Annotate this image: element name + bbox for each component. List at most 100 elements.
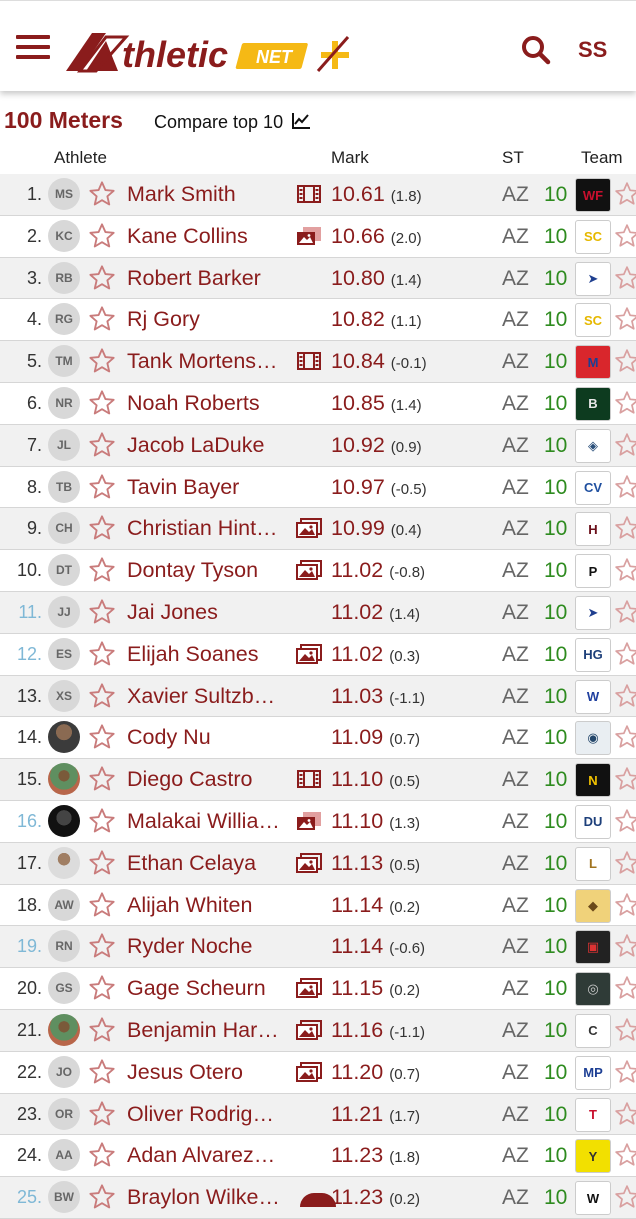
favorite-star-icon[interactable] bbox=[88, 807, 116, 835]
mark-link[interactable]: 11.02 (-0.8) bbox=[331, 558, 425, 583]
athlete-name-link[interactable]: Cody Nu bbox=[127, 725, 292, 750]
table-row[interactable]: 15. Diego Castro 11.10 (0.5) AZ 10 N bbox=[0, 759, 636, 801]
mark-link[interactable]: 10.85 (1.4) bbox=[331, 391, 422, 416]
athlete-name-link[interactable]: Diego Castro bbox=[127, 767, 292, 792]
athlete-photo-avatar[interactable] bbox=[48, 1013, 80, 1046]
mark-link[interactable]: 11.02 (0.3) bbox=[331, 642, 420, 667]
athlete-name-link[interactable]: Christian Hint… bbox=[127, 516, 292, 541]
table-row[interactable]: 11. JJ Jai Jones 11.02 (1.4) AZ 10 ➤ bbox=[0, 591, 636, 634]
photo-gallery-icon[interactable] bbox=[295, 1061, 323, 1083]
athlete-initials-avatar[interactable]: MS bbox=[48, 178, 80, 210]
athlete-name-link[interactable]: Ryder Noche bbox=[127, 934, 292, 959]
mark-link[interactable]: 10.84 (-0.1) bbox=[331, 349, 427, 374]
table-row[interactable]: 19. RN Ryder Noche 11.14 (-0.6) AZ 10 ▣ bbox=[0, 926, 636, 969]
mark-link[interactable]: 10.92 (0.9) bbox=[331, 433, 422, 458]
mark-link[interactable]: 11.16 (-1.1) bbox=[331, 1018, 425, 1043]
table-row[interactable]: 14. Cody Nu 11.09 (0.7) AZ 10 ◉ bbox=[0, 717, 636, 760]
team-logo-link[interactable]: HG bbox=[575, 637, 611, 672]
favorite-star-icon[interactable] bbox=[88, 347, 116, 375]
team-favorite-star-icon[interactable] bbox=[614, 683, 636, 709]
athletic-net-logo[interactable]: thletic NET bbox=[66, 29, 366, 77]
team-favorite-star-icon[interactable] bbox=[614, 1059, 636, 1085]
athlete-initials-avatar[interactable]: AA bbox=[48, 1139, 80, 1172]
favorite-star-icon[interactable] bbox=[88, 222, 116, 250]
table-row[interactable]: 10. DT Dontay Tyson 11.02 (-0.8) AZ 10 P bbox=[0, 550, 636, 592]
photo-gallery-icon[interactable] bbox=[295, 559, 323, 581]
athlete-initials-avatar[interactable]: RB bbox=[48, 261, 80, 294]
athlete-name-link[interactable]: Jesus Otero bbox=[127, 1060, 292, 1085]
athlete-name-link[interactable]: Robert Barker bbox=[127, 266, 292, 291]
team-logo-link[interactable]: DU bbox=[575, 804, 611, 839]
team-logo-link[interactable]: Y bbox=[575, 1139, 611, 1174]
mark-link[interactable]: 11.13 (0.5) bbox=[331, 851, 420, 876]
athlete-name-link[interactable]: Elijah Soanes bbox=[127, 642, 292, 667]
photo-gallery-icon[interactable] bbox=[295, 643, 323, 665]
team-logo-link[interactable]: H bbox=[575, 512, 611, 547]
team-favorite-star-icon[interactable] bbox=[614, 1142, 636, 1168]
team-logo-link[interactable]: B bbox=[575, 386, 611, 421]
athlete-initials-avatar[interactable]: RG bbox=[48, 303, 80, 336]
athlete-name-link[interactable]: Jacob LaDuke bbox=[127, 433, 292, 458]
athlete-initials-avatar[interactable]: RN bbox=[48, 930, 80, 963]
table-row[interactable]: 4. RG Rj Gory 10.82 (1.1) AZ 10 SC bbox=[0, 299, 636, 342]
photo-gallery-icon[interactable] bbox=[295, 1019, 323, 1041]
table-row[interactable]: 2. KC Kane Collins 10.66 (2.0) AZ 10 SC bbox=[0, 216, 636, 258]
favorite-star-icon[interactable] bbox=[88, 264, 116, 292]
team-favorite-star-icon[interactable] bbox=[614, 181, 636, 207]
favorite-star-icon[interactable] bbox=[88, 974, 116, 1002]
compare-top-10-link[interactable]: Compare top 10 bbox=[154, 112, 311, 133]
athlete-initials-avatar[interactable]: TB bbox=[48, 470, 80, 503]
athlete-initials-avatar[interactable]: AW bbox=[48, 888, 80, 921]
athlete-initials-avatar[interactable]: GS bbox=[48, 972, 80, 1005]
column-header-team[interactable]: Team bbox=[581, 148, 623, 170]
team-favorite-star-icon[interactable] bbox=[614, 348, 636, 374]
mark-link[interactable]: 11.14 (0.2) bbox=[331, 893, 420, 918]
team-logo-link[interactable]: ◈ bbox=[575, 428, 611, 463]
team-favorite-star-icon[interactable] bbox=[614, 975, 636, 1001]
athlete-name-link[interactable]: Tavin Bayer bbox=[127, 475, 292, 500]
team-favorite-star-icon[interactable] bbox=[614, 390, 636, 416]
table-row[interactable]: 3. RB Robert Barker 10.80 (1.4) AZ 10 ➤ bbox=[0, 257, 636, 300]
video-icon[interactable] bbox=[295, 183, 323, 205]
table-row[interactable]: 12. ES Elijah Soanes 11.02 (0.3) AZ 10 H… bbox=[0, 634, 636, 676]
mark-link[interactable]: 10.82 (1.1) bbox=[331, 307, 422, 332]
mark-link[interactable]: 10.97 (-0.5) bbox=[331, 475, 427, 500]
table-row[interactable]: 8. TB Tavin Bayer 10.97 (-0.5) AZ 10 CV bbox=[0, 467, 636, 509]
table-row[interactable]: 13. XS Xavier Sultzb… 11.03 (-1.1) AZ 10… bbox=[0, 675, 636, 718]
favorite-star-icon[interactable] bbox=[88, 682, 116, 710]
photo-gallery-icon[interactable] bbox=[295, 977, 323, 999]
team-favorite-star-icon[interactable] bbox=[614, 515, 636, 541]
athlete-name-link[interactable]: Gage Scheurn bbox=[127, 976, 292, 1001]
favorite-star-icon[interactable] bbox=[88, 1100, 116, 1128]
column-header-state[interactable]: ST bbox=[502, 148, 524, 170]
mark-link[interactable]: 10.80 (1.4) bbox=[331, 266, 422, 291]
athlete-name-link[interactable]: Adan Alvarez… bbox=[127, 1143, 292, 1168]
athlete-photo-avatar[interactable] bbox=[48, 763, 80, 796]
athlete-name-link[interactable]: Xavier Sultzb… bbox=[127, 684, 292, 709]
team-favorite-star-icon[interactable] bbox=[614, 1184, 636, 1210]
team-logo-link[interactable]: MP bbox=[575, 1055, 611, 1090]
athlete-name-link[interactable]: Oliver Rodrig… bbox=[127, 1102, 292, 1127]
team-logo-link[interactable]: CV bbox=[575, 470, 611, 505]
favorite-star-icon[interactable] bbox=[88, 1016, 116, 1044]
favorite-star-icon[interactable] bbox=[88, 932, 116, 960]
athlete-initials-avatar[interactable]: XS bbox=[48, 679, 80, 712]
athlete-name-link[interactable]: Kane Collins bbox=[127, 224, 292, 249]
athlete-name-link[interactable]: Jai Jones bbox=[127, 600, 292, 625]
mark-link[interactable]: 11.21 (1.7) bbox=[331, 1102, 420, 1127]
athlete-initials-avatar[interactable]: KC bbox=[48, 219, 80, 252]
mark-link[interactable]: 11.23 (1.8) bbox=[331, 1143, 420, 1168]
team-logo-link[interactable]: WF bbox=[575, 178, 611, 212]
mark-link[interactable]: 11.02 (1.4) bbox=[331, 600, 420, 625]
team-favorite-star-icon[interactable] bbox=[614, 599, 636, 625]
table-row[interactable]: 6. NR Noah Roberts 10.85 (1.4) AZ 10 B bbox=[0, 383, 636, 425]
team-logo-link[interactable]: SC bbox=[575, 219, 611, 254]
column-header-athlete[interactable]: Athlete bbox=[54, 148, 107, 170]
team-logo-link[interactable]: ◉ bbox=[575, 721, 611, 756]
team-favorite-star-icon[interactable] bbox=[614, 223, 636, 249]
search-icon[interactable] bbox=[520, 34, 552, 66]
favorite-star-icon[interactable] bbox=[88, 431, 116, 459]
photo-video-icon[interactable] bbox=[295, 810, 323, 832]
team-logo-link[interactable]: M bbox=[575, 345, 611, 380]
favorite-star-icon[interactable] bbox=[88, 1058, 116, 1086]
